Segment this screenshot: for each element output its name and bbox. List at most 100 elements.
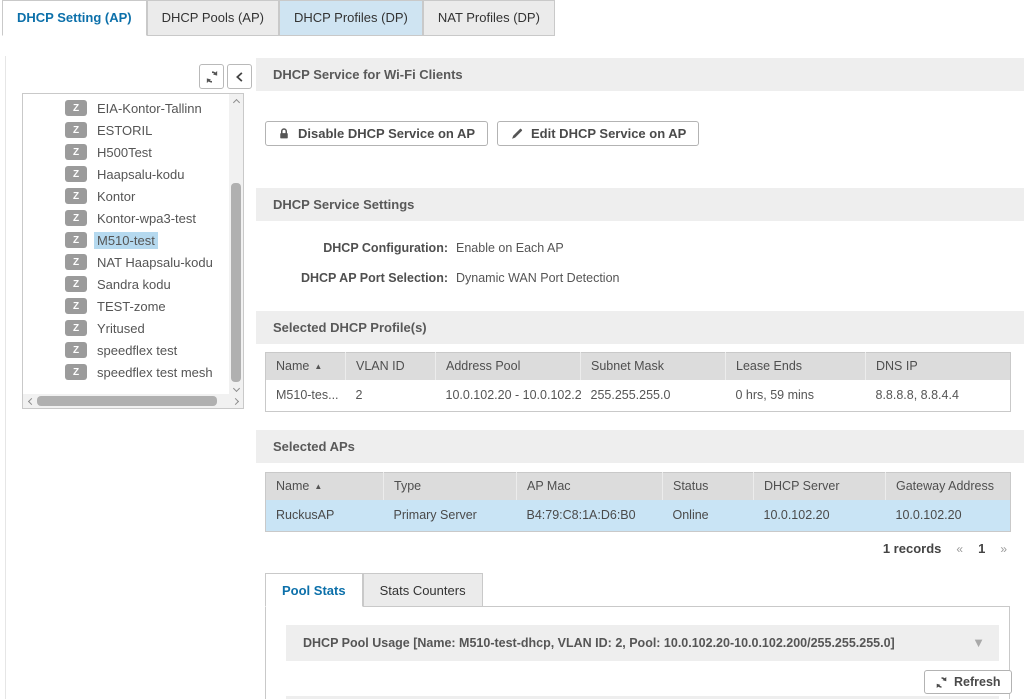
- zone-icon: Z: [65, 100, 87, 116]
- tab-stats-counters[interactable]: Stats Counters: [363, 573, 483, 607]
- edit-dhcp-label: Edit DHCP Service on AP: [531, 126, 686, 141]
- refresh-button[interactable]: Refresh: [924, 670, 1012, 694]
- tree-item-label: Sandra kodu: [94, 276, 174, 293]
- page-next-icon[interactable]: »: [1000, 542, 1007, 556]
- refresh-icon: [205, 70, 219, 84]
- tree-item[interactable]: ZESTORIL: [23, 119, 229, 141]
- zone-icon: Z: [65, 276, 87, 292]
- zone-icon: Z: [65, 232, 87, 248]
- dhcp-profiles-table: Name▲ VLAN ID Address Pool Subnet Mask L…: [265, 352, 1011, 412]
- left-page-divider: [5, 56, 6, 699]
- table-header-row: Name▲ Type AP Mac Status DHCP Server Gat…: [266, 473, 1011, 500]
- stats-tab-bar: Pool Stats Stats Counters: [265, 573, 483, 607]
- records-count: 1 records: [883, 541, 942, 556]
- chevron-down-icon[interactable]: ▼: [972, 625, 985, 661]
- tree-item-label: speedflex test mesh: [94, 364, 216, 381]
- cell-vlan-id: 2: [346, 380, 436, 412]
- zone-icon: Z: [65, 188, 87, 204]
- column-header-name[interactable]: Name▲: [266, 473, 384, 500]
- tree-item-selected[interactable]: Z M510-test: [23, 229, 229, 251]
- vertical-scroll-thumb[interactable]: [231, 183, 241, 382]
- zone-tree: Z EIA-Kontor-Tallinn ZESTORIL ZH500Test Z…: [23, 97, 229, 383]
- column-header-name[interactable]: Name▲: [266, 353, 346, 380]
- setting-row: DHCP AP Port Selection: Dynamic WAN Port…: [256, 263, 619, 293]
- tree-item[interactable]: ZHaapsalu-kodu: [23, 163, 229, 185]
- table-row-selected[interactable]: RuckusAP Primary Server B4:79:C8:1A:D6:B…: [266, 500, 1011, 532]
- tree-collapse-button[interactable]: [227, 64, 252, 89]
- setting-row: DHCP Configuration: Enable on Each AP: [256, 233, 619, 263]
- pagination: 1 records « 1 »: [883, 541, 1007, 556]
- tree-item[interactable]: Z Sandra kodu: [23, 273, 229, 295]
- pool-stats-panel: DHCP Pool Usage [Name: M510-test-dhcp, V…: [265, 606, 1010, 699]
- scroll-up-icon[interactable]: [229, 94, 243, 108]
- zone-icon: Z: [65, 342, 87, 358]
- column-header-dhcp-server[interactable]: DHCP Server: [754, 473, 886, 500]
- column-header-status[interactable]: Status: [663, 473, 754, 500]
- column-header-vlan-id[interactable]: VLAN ID: [346, 353, 436, 380]
- chevron-left-icon: [234, 71, 246, 83]
- tree-item[interactable]: Z NAT Haapsalu-kodu: [23, 251, 229, 273]
- tree-item[interactable]: Z TEST-zome: [23, 295, 229, 317]
- page-prev-icon[interactable]: «: [956, 542, 963, 556]
- scroll-left-icon[interactable]: [23, 394, 37, 408]
- edit-dhcp-button[interactable]: Edit DHCP Service on AP: [497, 121, 699, 146]
- tree-horizontal-scrollbar[interactable]: [23, 394, 243, 408]
- refresh-icon: [935, 676, 948, 689]
- column-header-subnet-mask[interactable]: Subnet Mask: [581, 353, 726, 380]
- tree-item[interactable]: ZH500Test: [23, 141, 229, 163]
- zone-icon: Z: [65, 144, 87, 160]
- lock-icon: [278, 127, 290, 140]
- cell-dns-ip: 8.8.8.8, 8.8.4.4: [866, 380, 1011, 412]
- tab-dhcp-setting-ap[interactable]: DHCP Setting (AP): [2, 0, 147, 36]
- tree-vertical-scrollbar[interactable]: [229, 94, 243, 396]
- cell-address-pool: 10.0.102.20 - 10.0.102.2...: [436, 380, 581, 412]
- tree-item[interactable]: Z Kontor: [23, 185, 229, 207]
- sort-asc-icon: ▲: [314, 482, 322, 491]
- column-header-type[interactable]: Type: [384, 473, 517, 500]
- cell-dhcp-server: 10.0.102.20: [754, 500, 886, 532]
- tree-item-label: NAT Haapsalu-kodu: [94, 254, 216, 271]
- tab-dhcp-pools-ap[interactable]: DHCP Pools (AP): [147, 0, 279, 36]
- column-header-gateway-address[interactable]: Gateway Address: [886, 473, 1011, 500]
- settings-section-title: DHCP Service Settings: [256, 188, 1024, 221]
- tree-item[interactable]: Z Yritused: [23, 317, 229, 339]
- table-row[interactable]: M510-tes... 2 10.0.102.20 - 10.0.102.2..…: [266, 380, 1011, 412]
- tree-item[interactable]: Zspeedflex test mesh: [23, 361, 229, 383]
- tree-item[interactable]: Z EIA-Kontor-Tallinn: [23, 97, 229, 119]
- zone-icon: Z: [65, 320, 87, 336]
- tree-item-label: Kontor: [94, 188, 138, 205]
- tree-item-label: speedflex test: [94, 342, 180, 359]
- tree-item-label: Yritused: [94, 320, 148, 337]
- tab-dhcp-profiles-dp[interactable]: DHCP Profiles (DP): [279, 0, 423, 36]
- scroll-right-icon[interactable]: [229, 394, 243, 408]
- zone-icon: Z: [65, 298, 87, 314]
- column-header-address-pool[interactable]: Address Pool: [436, 353, 581, 380]
- tab-pool-stats[interactable]: Pool Stats: [265, 573, 363, 607]
- zone-icon: Z: [65, 254, 87, 270]
- tab-nat-profiles-dp[interactable]: NAT Profiles (DP): [423, 0, 555, 36]
- tree-item[interactable]: Zspeedflex test: [23, 339, 229, 361]
- tree-refresh-button[interactable]: [199, 64, 224, 89]
- setting-label: DHCP AP Port Selection:: [256, 271, 448, 285]
- tree-item-label: TEST-zome: [94, 298, 169, 315]
- action-buttons: Disable DHCP Service on AP Edit DHCP Ser…: [265, 121, 699, 146]
- profiles-section-title: Selected DHCP Profile(s): [256, 311, 1024, 344]
- tree-item-label: EIA-Kontor-Tallinn: [94, 100, 205, 117]
- disable-dhcp-label: Disable DHCP Service on AP: [298, 126, 475, 141]
- horizontal-scroll-thumb[interactable]: [37, 396, 217, 406]
- column-header-lease-ends[interactable]: Lease Ends: [726, 353, 866, 380]
- tree-item-label: Haapsalu-kodu: [94, 166, 187, 183]
- tree-item-label: M510-test: [94, 232, 158, 249]
- disable-dhcp-button[interactable]: Disable DHCP Service on AP: [265, 121, 488, 146]
- dhcp-pool-usage-bar[interactable]: DHCP Pool Usage [Name: M510-test-dhcp, V…: [286, 625, 999, 661]
- pool-usage-label: DHCP Pool Usage [Name: M510-test-dhcp, V…: [303, 636, 895, 650]
- zone-tree-panel: Z EIA-Kontor-Tallinn ZESTORIL ZH500Test Z…: [22, 93, 244, 409]
- page-number[interactable]: 1: [978, 541, 985, 556]
- cell-name: M510-tes...: [266, 380, 346, 412]
- dhcp-settings: DHCP Configuration: Enable on Each AP DH…: [256, 233, 619, 293]
- top-tab-bar: DHCP Setting (AP) DHCP Pools (AP) DHCP P…: [2, 0, 555, 36]
- tree-item-label: Kontor-wpa3-test: [94, 210, 199, 227]
- column-header-dns-ip[interactable]: DNS IP: [866, 353, 1011, 380]
- tree-item[interactable]: ZKontor-wpa3-test: [23, 207, 229, 229]
- column-header-ap-mac[interactable]: AP Mac: [517, 473, 663, 500]
